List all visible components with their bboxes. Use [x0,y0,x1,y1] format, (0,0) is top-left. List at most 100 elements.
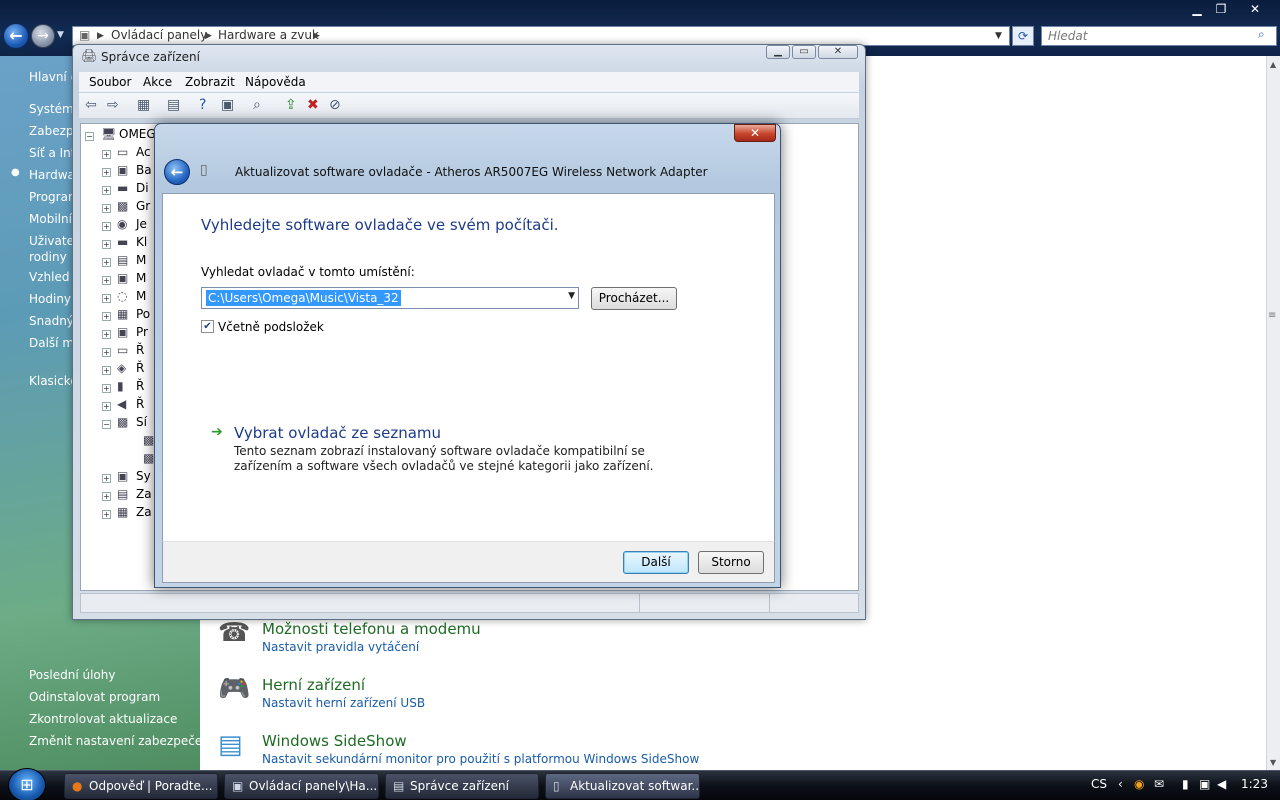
tree-node-network[interactable]: Sí [136,415,147,429]
forward-arrow-icon[interactable]: ⇨ [107,97,119,113]
cancel-button[interactable]: Storno [698,551,764,574]
taskbar-button-update-driver[interactable]: ▯ Aktualizovat softwar... [545,773,700,799]
devmgr-minimize-button[interactable]: ▁ [766,45,790,59]
tree-node[interactable]: Ř [136,397,144,411]
search-icon[interactable]: ⌕ [1258,27,1265,42]
include-subfolders-checkbox[interactable]: ✔ [201,320,214,333]
task-uninstall[interactable]: Odinstalovat program [29,690,160,704]
green-arrow-icon[interactable]: ➔ [211,424,223,440]
search-input[interactable]: Hledat [1041,26,1277,46]
devmgr-close-button[interactable]: ✕ [818,45,858,59]
disable-device-icon[interactable]: ⊘ [329,97,341,113]
taskbar-button-firefox[interactable]: ● Odpověď | Poradte... [64,773,218,799]
scroll-down-icon[interactable]: ▼ [1270,758,1276,767]
scroll-up-icon[interactable]: ▲ [1270,60,1276,69]
volume-icon[interactable]: ◀ [1217,777,1226,791]
tree-expand-icon[interactable]: + [102,204,111,213]
network-icon[interactable]: ▣ [1199,777,1210,791]
left-nav-mobile[interactable]: Mobilní [29,212,72,226]
back-button[interactable]: ← [3,23,29,49]
tree-node[interactable]: Je [136,217,147,231]
tree-expand-icon[interactable]: + [102,276,111,285]
chevron-down-icon[interactable]: ▼ [568,291,575,301]
update-driver-icon[interactable]: ⇪ [285,97,297,113]
tree-node[interactable]: Sy [136,469,151,483]
left-nav-users[interactable]: Uživatel [29,234,77,248]
tree-expand-icon[interactable]: + [102,384,111,393]
category-game-controllers[interactable]: Herní zařízení [262,676,365,694]
category-sideshow[interactable]: Windows SideShow [262,732,407,750]
devmgr-maximize-button[interactable]: ▭ [792,45,816,59]
taskbar-button-device-manager[interactable]: ▤ Správce zařízení [385,773,539,799]
tree-node[interactable]: Za [136,487,152,501]
tree-expand-icon[interactable]: + [102,222,111,231]
uninstall-icon[interactable]: ✖ [307,97,319,113]
tree-expand-icon[interactable]: + [102,312,111,321]
tree-node[interactable]: M [136,253,146,267]
driver-path-value[interactable]: C:\Users\Omega\Music\Vista_32 [206,290,401,306]
tree-expand-icon[interactable]: + [102,492,111,501]
driver-path-combobox[interactable]: C:\Users\Omega\Music\Vista_32 ▼ [201,287,579,309]
include-subfolders-label[interactable]: Včetně podsložek [218,320,324,334]
pick-from-list-link[interactable]: Vybrat ovladač ze seznamu [234,424,441,442]
tree-node[interactable]: Ba [136,163,152,177]
tree-node[interactable]: Za [136,505,152,519]
language-indicator[interactable]: CS [1091,777,1107,791]
tree-expand-icon[interactable]: + [102,510,111,519]
tree-node[interactable]: Kl [136,235,147,249]
address-dropdown-icon[interactable]: ▼ [995,31,1002,41]
tree-expand-icon[interactable]: + [102,258,111,267]
clock[interactable]: 1:23 [1241,777,1268,791]
battery-icon[interactable]: ▮ [1182,777,1189,791]
explorer-scrollbar[interactable]: ▲ ≡ ▼ [1266,56,1280,770]
menu-action[interactable]: Akce [143,75,172,89]
tree-node[interactable]: M [136,289,146,303]
tree-root[interactable]: OMEG [119,127,156,141]
tree-collapse-icon[interactable]: − [85,132,94,141]
tree-node[interactable]: M [136,271,146,285]
left-nav-system[interactable]: Systém [29,102,74,116]
menu-file[interactable]: Soubor [89,75,131,89]
left-nav-classic-view[interactable]: Klasické [29,374,78,388]
refresh-icon[interactable]: ⟳ [1012,26,1034,46]
category-phone-modem-task[interactable]: Nastavit pravidla vytáčení [262,640,419,654]
next-button[interactable]: Další [623,551,689,574]
show-hidden-icons-icon[interactable]: ‹ [1118,777,1123,791]
tree-node[interactable]: Ac [136,145,151,159]
tree-expand-icon[interactable]: + [102,474,111,483]
task-updates[interactable]: Zkontrolovat aktualizace [29,712,177,726]
show-hide-tree-icon[interactable]: ▦ [137,97,150,113]
breadcrumb-control-panel[interactable]: Ovládací panely [111,28,207,42]
left-nav-home[interactable]: Hlavní c [29,70,77,84]
tree-expand-icon[interactable]: + [102,168,111,177]
tree-node[interactable]: Ř [136,361,144,375]
left-nav-users-family[interactable]: rodiny [29,250,67,264]
network-adapter-icon[interactable]: ▩ [143,451,154,465]
task-security-settings[interactable]: Změnit nastavení zabezpečení [29,734,213,748]
help-icon[interactable]: ? [199,97,206,113]
wizard-back-button[interactable]: ← [164,159,190,185]
explorer-close-button[interactable]: ✕ [1236,0,1274,18]
tree-expand-icon[interactable]: + [102,150,111,159]
recent-pages-dropdown-icon[interactable]: ▼ [57,30,64,40]
category-game-controllers-task[interactable]: Nastavit herní zařízení USB [262,696,425,710]
forward-button[interactable]: → [31,24,55,48]
tree-collapse-icon[interactable]: − [102,420,111,429]
tree-expand-icon[interactable]: + [102,366,111,375]
taskbar-button-control-panel[interactable]: ▣ Ovládací panely\Ha... [224,773,379,799]
tree-expand-icon[interactable]: + [102,294,111,303]
tree-node[interactable]: Pr [136,325,148,339]
mail-icon[interactable]: ✉ [1154,777,1164,791]
network-adapter-icon[interactable]: ▩ [143,433,154,447]
tree-node[interactable]: Po [136,307,150,321]
tree-expand-icon[interactable]: + [102,240,111,249]
tree-expand-icon[interactable]: + [102,330,111,339]
back-arrow-icon[interactable]: ⇦ [85,97,97,113]
start-button[interactable]: ⊞ [8,768,46,800]
left-nav-clock[interactable]: Hodiny, [29,292,75,306]
left-nav-network[interactable]: Síť a Int [29,146,76,160]
tray-app-icon[interactable]: ◉ [1134,777,1144,791]
view-icon[interactable]: ▣ [221,97,234,113]
scroll-grip-icon[interactable]: ≡ [1268,310,1276,321]
task-recent[interactable]: Poslední úlohy [29,668,115,682]
